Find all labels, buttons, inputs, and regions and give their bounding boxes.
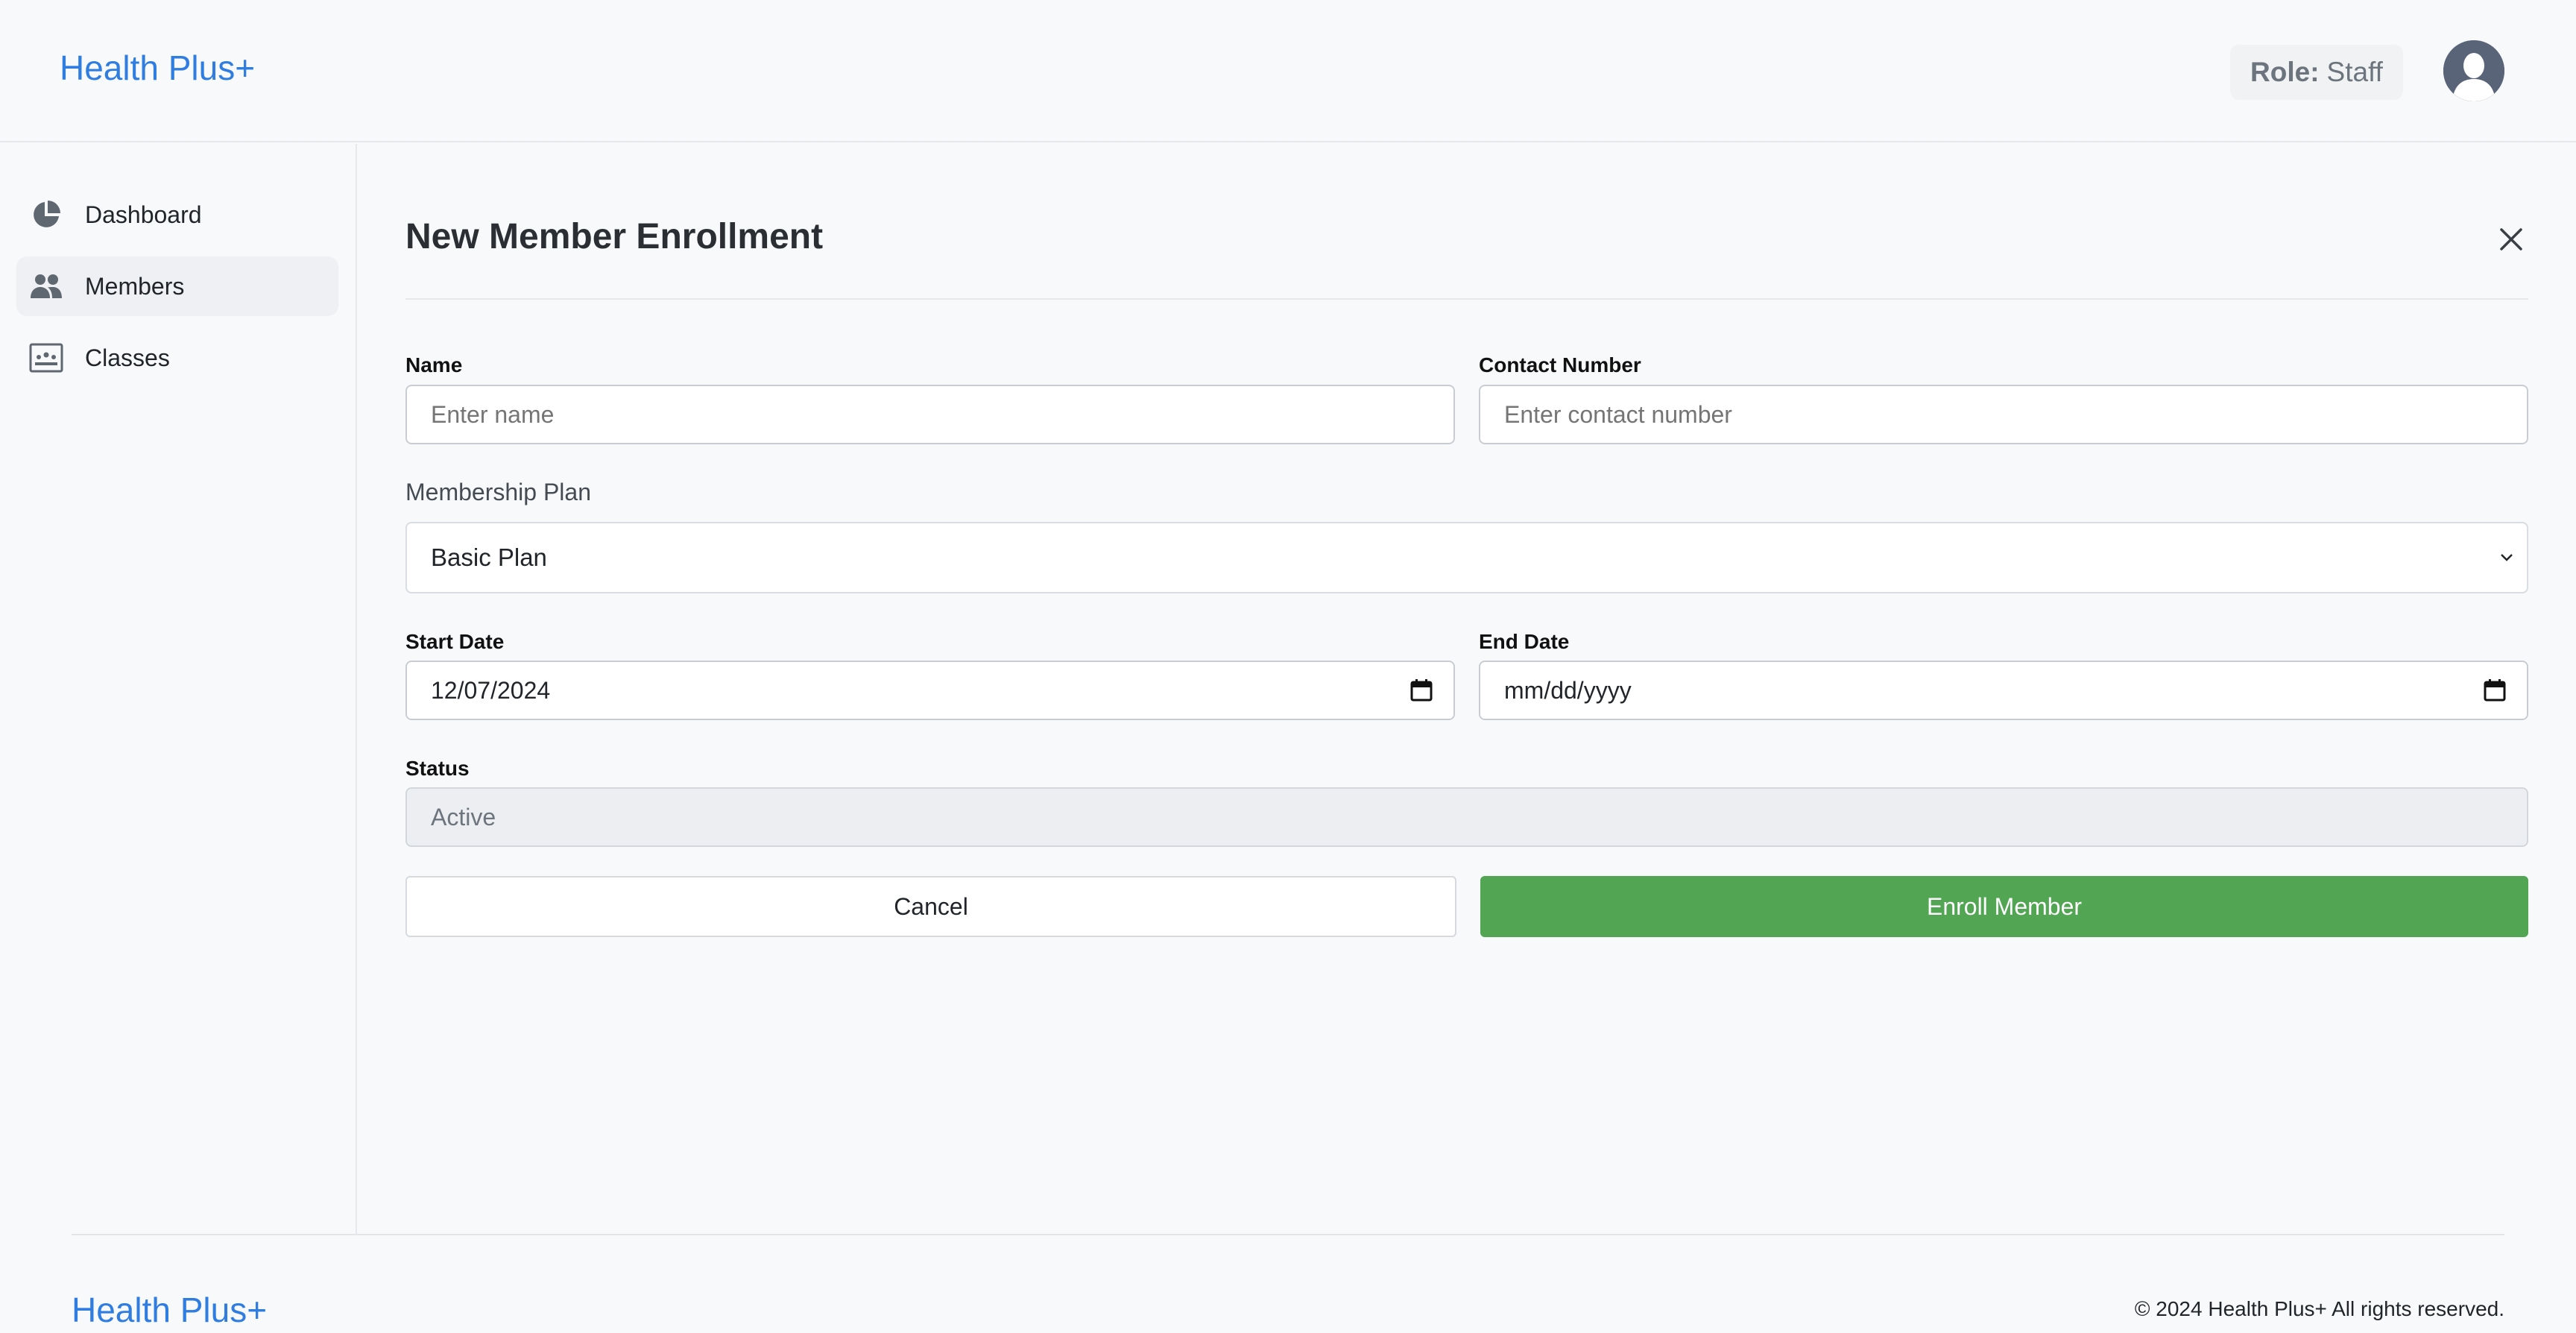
end-date-label: End Date — [1479, 630, 1570, 653]
presentation-icon — [28, 340, 64, 376]
start-date-label: Start Date — [405, 630, 505, 653]
people-icon — [28, 268, 64, 304]
contact-number-input[interactable] — [1479, 385, 2528, 444]
close-button[interactable] — [2493, 221, 2530, 258]
contact-number-label: Contact Number — [1479, 353, 1641, 376]
end-date-placeholder: mm/dd/yyyy — [1504, 676, 1632, 704]
footer-divider — [72, 1234, 2504, 1235]
sidebar-item-label: Classes — [85, 344, 170, 371]
close-icon — [2500, 228, 2522, 250]
cancel-button[interactable]: Cancel — [405, 876, 1456, 937]
start-date-value: 12/07/2024 — [431, 676, 551, 704]
page-title: New Member Enrollment — [405, 217, 824, 256]
role-label: Role: — [2250, 57, 2320, 87]
brand-logo[interactable]: Health Plus+ — [60, 48, 255, 88]
copyright-text: © 2024 Health Plus+ All rights reserved. — [2134, 1297, 2504, 1320]
sidebar-item-classes[interactable]: Classes — [16, 328, 338, 388]
calendar-icon[interactable] — [1409, 678, 1434, 703]
enroll-member-button[interactable]: Enroll Member — [1480, 876, 2528, 937]
role-value: Staff — [2326, 57, 2383, 87]
role-badge: Role: Staff — [2230, 45, 2403, 100]
membership-plan-value: Basic Plan — [431, 543, 547, 571]
membership-plan-select[interactable]: Basic Plan — [405, 522, 2528, 593]
chevron-down-icon — [2501, 554, 2513, 561]
end-date-input[interactable]: mm/dd/yyyy — [1479, 661, 2528, 720]
sidebar-item-label: Dashboard — [85, 201, 202, 228]
status-label: Status — [405, 757, 470, 780]
sidebar-item-dashboard[interactable]: Dashboard — [16, 185, 338, 245]
title-divider — [405, 298, 2528, 300]
status-value: Active — [431, 803, 496, 831]
sidebar: Dashboard Members Classes — [0, 144, 357, 1235]
footer-brand[interactable]: Health Plus+ — [72, 1290, 267, 1330]
name-label: Name — [405, 353, 463, 376]
avatar[interactable] — [2443, 40, 2504, 101]
sidebar-item-label: Members — [85, 272, 185, 300]
status-field: Active — [405, 787, 2528, 847]
user-silhouette-icon — [2443, 40, 2504, 101]
sidebar-item-members[interactable]: Members — [16, 256, 338, 316]
membership-plan-label: Membership Plan — [405, 479, 591, 505]
top-header: Health Plus+ Role: Staff — [0, 0, 2576, 142]
calendar-icon[interactable] — [2482, 678, 2507, 703]
name-input[interactable] — [405, 385, 1455, 444]
pie-chart-icon — [28, 197, 64, 233]
start-date-input[interactable]: 12/07/2024 — [405, 661, 1455, 720]
